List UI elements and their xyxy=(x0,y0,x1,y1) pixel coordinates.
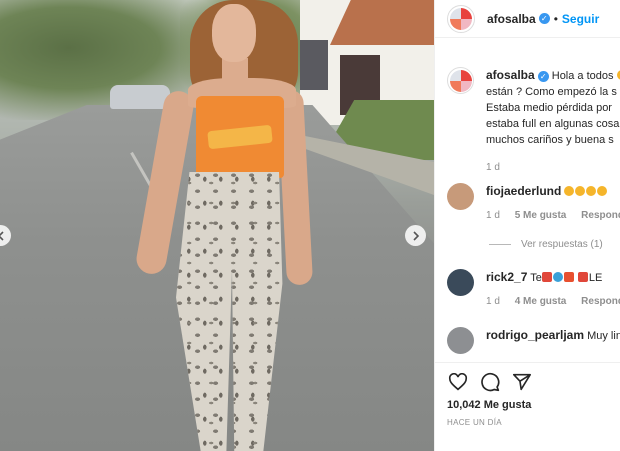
heart-emoji-icon xyxy=(563,272,574,282)
caption-line: muchos cariños y buena s xyxy=(486,134,614,146)
caption-text: afosalba ✓ Hola a todos están ? Como empe… xyxy=(486,67,620,148)
parked-car xyxy=(110,85,170,109)
caption-line: estaba full en algunas cosa xyxy=(486,118,620,130)
letter-a-emoji-icon xyxy=(577,272,588,282)
commenter-avatar[interactable] xyxy=(447,269,474,296)
letter-m-emoji-icon xyxy=(552,272,563,282)
comment-item: rick2_7 Te LE 1 d 4 Me gusta Responder xyxy=(447,269,620,307)
divider xyxy=(489,244,511,245)
comments-list[interactable]: afosalba ✓ Hola a todos están ? Como empe… xyxy=(435,57,620,360)
comment-time[interactable]: 1 d xyxy=(486,210,500,221)
comment-icon[interactable] xyxy=(479,371,501,393)
comment-username[interactable]: rick2_7 xyxy=(486,270,527,284)
comment-text-suffix: LE xyxy=(588,272,603,284)
comment-text: Muy lin xyxy=(587,330,620,342)
carousel-next-button[interactable] xyxy=(405,225,426,246)
heart-icon[interactable] xyxy=(447,371,469,393)
post-side-panel: afosalba ✓ • Seguir afosalba ✓ Hola a tod… xyxy=(434,0,620,451)
caption-meta: 1 d xyxy=(486,162,620,173)
author-username[interactable]: afosalba xyxy=(487,12,536,26)
house-window xyxy=(300,40,328,90)
letter-a-emoji-icon xyxy=(541,272,552,282)
view-replies-label: Ver respuestas (1) xyxy=(521,239,603,250)
verified-badge-icon: ✓ xyxy=(537,71,549,82)
comment-text: rodrigo_pearljam Muy lin xyxy=(486,327,620,354)
comment-likes[interactable]: 5 Me gusta xyxy=(515,210,567,221)
heart-eyes-emoji-icon xyxy=(575,186,586,196)
post-header: afosalba ✓ • Seguir xyxy=(435,0,620,38)
woman-neck xyxy=(222,58,248,88)
reply-button[interactable]: Responder xyxy=(581,210,620,221)
follow-button[interactable]: Seguir xyxy=(562,12,599,26)
post-actions: 10,042 Me gusta HACE UN DÍA xyxy=(435,362,620,451)
emoji-icon xyxy=(616,70,620,80)
chevron-left-icon xyxy=(0,230,4,241)
comment-text: fiojaederlund xyxy=(486,183,620,200)
comment-username[interactable]: rodrigo_pearljam xyxy=(486,328,584,342)
comment-item: rodrigo_pearljam Muy lin xyxy=(447,327,620,354)
post-photo[interactable] xyxy=(0,0,434,451)
comment-meta: 1 d 4 Me gusta Responder xyxy=(486,296,620,307)
woman-face xyxy=(212,4,256,62)
commenter-avatar[interactable] xyxy=(447,327,474,354)
caption-username[interactable]: afosalba xyxy=(486,68,535,82)
header-separator: • xyxy=(553,11,558,26)
comment-time[interactable]: 1 d xyxy=(486,296,500,307)
likes-count[interactable]: 10,042 Me gusta xyxy=(435,393,620,411)
post-timestamp[interactable]: HACE UN DÍA xyxy=(435,411,620,427)
comment-item: fiojaederlund 1 d 5 Me gusta Responder xyxy=(447,183,620,221)
comment-text-prefix: Te xyxy=(530,272,542,284)
caption-line: Hola a todos xyxy=(551,70,614,82)
share-icon[interactable] xyxy=(511,371,533,393)
caption-line: Estaba medio pérdida por xyxy=(486,102,612,114)
comment-username[interactable]: fiojaederlund xyxy=(486,184,561,198)
chevron-right-icon xyxy=(412,230,419,241)
comment-likes[interactable]: 4 Me gusta xyxy=(515,296,567,307)
heart-eyes-emoji-icon xyxy=(564,186,575,196)
caption: afosalba ✓ Hola a todos están ? Como empe… xyxy=(447,67,620,173)
view-replies-button[interactable]: Ver respuestas (1) xyxy=(489,239,603,250)
author-avatar[interactable] xyxy=(447,67,474,94)
heart-eyes-emoji-icon xyxy=(597,186,608,196)
caption-time[interactable]: 1 d xyxy=(486,162,500,173)
commenter-avatar[interactable] xyxy=(447,183,474,210)
author-avatar[interactable] xyxy=(447,4,475,33)
heart-eyes-emoji-icon xyxy=(586,186,597,196)
comment-meta: 1 d 5 Me gusta Responder xyxy=(486,210,620,221)
verified-badge-icon: ✓ xyxy=(538,13,550,24)
reply-button[interactable]: Responder xyxy=(581,296,620,307)
caption-line: están ? Como empezó la s xyxy=(486,86,617,98)
comment-text: rick2_7 Te LE xyxy=(486,269,620,286)
